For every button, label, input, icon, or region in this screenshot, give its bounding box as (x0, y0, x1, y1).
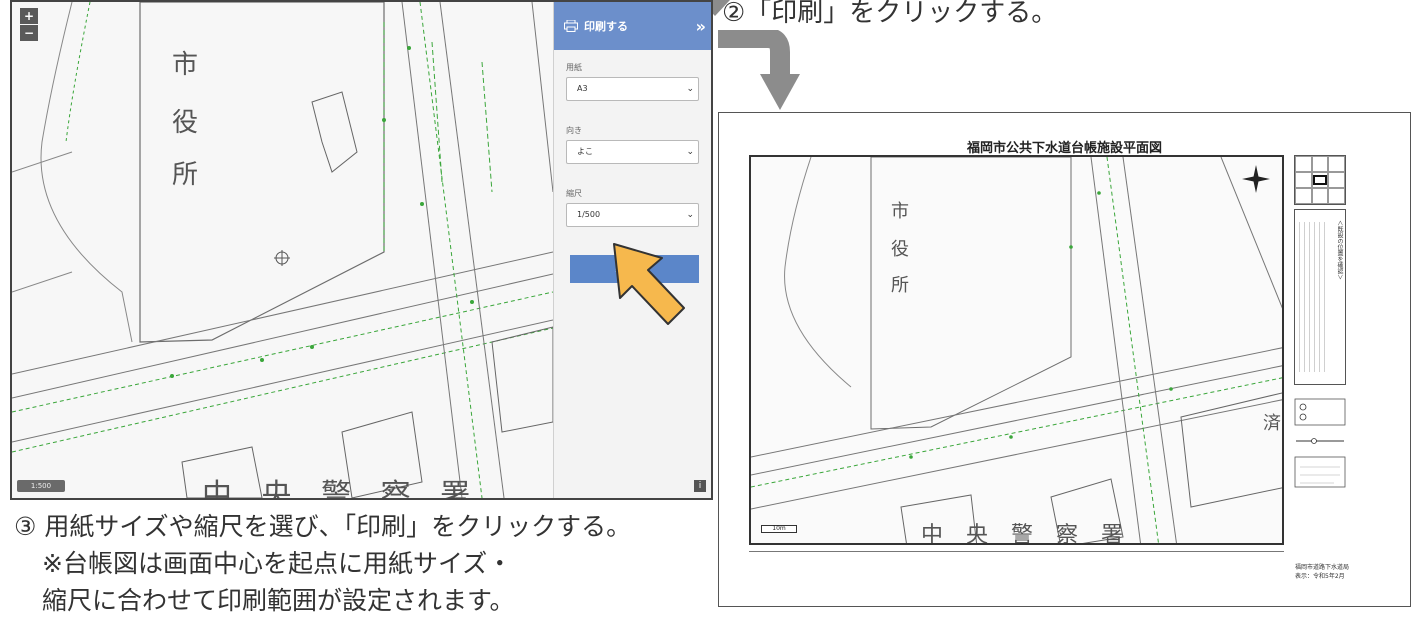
notice-box: ＜既設の位置を確認＞ (1294, 209, 1346, 385)
scale-indicator: 1:500 (17, 480, 65, 492)
chevron-down-icon: ⌄ (686, 84, 694, 94)
print-panel-title: 印刷する (584, 20, 628, 33)
bureau-date: 表示：令和5年2月 (1295, 573, 1345, 580)
step2-caption: ②「印刷」をクリックする。 (722, 0, 1058, 28)
pointer-arrow-icon (613, 243, 685, 325)
bureau-block: 福岡市道路下水道局 表示：令和5年2月 (1295, 563, 1349, 581)
preview-notes (749, 551, 1284, 575)
orientation-select-value: よこ (577, 147, 593, 156)
printer-icon (564, 20, 578, 32)
index-map-grid (1294, 155, 1346, 205)
info-icon[interactable]: i (694, 480, 706, 492)
bureau-name: 福岡市道路下水道局 (1295, 564, 1350, 571)
map-bottom-label: 中 央 警 察 署 (202, 478, 481, 500)
map-label-3: 所 (172, 160, 199, 190)
preview-scale-bar: 10m (761, 525, 797, 533)
step3-caption: ③ 用紙サイズや縮尺を選び、「印刷」をクリックする。 ※台帳図は画面中心を起点に… (14, 508, 631, 619)
chevron-down-icon: ⌄ (686, 210, 694, 220)
preview-title: 福岡市公共下水道台帳施設平面図 (966, 141, 1162, 156)
preview-map-label-2: 役 (891, 239, 909, 260)
preview-map-label-1: 市 (891, 201, 909, 222)
print-preview: 福岡市公共下水道台帳施設平面図 市 役 所 中 央 警 察 署 済 10m ＜既… (718, 112, 1411, 607)
paper-select-value: A3 (577, 84, 588, 93)
print-panel-header: 印刷する » (554, 2, 711, 50)
notice-heading: ＜既設の位置を確認＞ (1336, 220, 1343, 281)
collapse-chevron-icon[interactable]: » (696, 17, 706, 36)
scale-select[interactable]: 1/500 ⌄ (566, 203, 699, 227)
paper-select[interactable]: A3 ⌄ (566, 77, 699, 101)
orientation-select[interactable]: よこ ⌄ (566, 140, 699, 164)
map-label-2: 役 (172, 108, 199, 138)
zoom-in-button[interactable]: + (20, 8, 38, 24)
map-view[interactable]: + − 市 役 所 中 央 警 察 署 1:500 (12, 2, 553, 498)
orientation-label: 向き (566, 126, 582, 135)
preview-map-label-3: 所 (891, 275, 909, 296)
map-drawing (12, 2, 553, 498)
step3-line3: 縮尺に合わせて印刷範囲が設定されます。 (42, 586, 515, 615)
scale-select-value: 1/500 (577, 210, 601, 219)
legend-symbols (1294, 398, 1346, 488)
scale-label: 縮尺 (566, 189, 582, 198)
preview-map-drawing (751, 157, 1282, 543)
map-screenshot: + − 市 役 所 中 央 警 察 署 1:500 印刷する » 用紙 A3 ⌄… (10, 0, 713, 500)
chevron-down-icon: ⌄ (686, 147, 694, 157)
step3-line1: ③ 用紙サイズや縮尺を選び、「印刷」をクリックする。 (14, 512, 632, 541)
preview-bottom-label: 中 央 警 察 署 (921, 523, 1131, 545)
curved-arrow-icon (718, 30, 800, 110)
map-label-1: 市 (172, 50, 199, 80)
zoom-out-button[interactable]: − (20, 25, 38, 41)
preview-legend: ＜既設の位置を確認＞ (1294, 155, 1354, 545)
preview-map: 市 役 所 中 央 警 察 署 済 10m (749, 155, 1284, 545)
step3-line2: ※台帳図は画面中心を起点に用紙サイズ・ (42, 549, 513, 578)
zoom-controls: + − (20, 8, 38, 41)
preview-side-label: 済 (1263, 413, 1281, 434)
paper-label: 用紙 (566, 63, 582, 72)
